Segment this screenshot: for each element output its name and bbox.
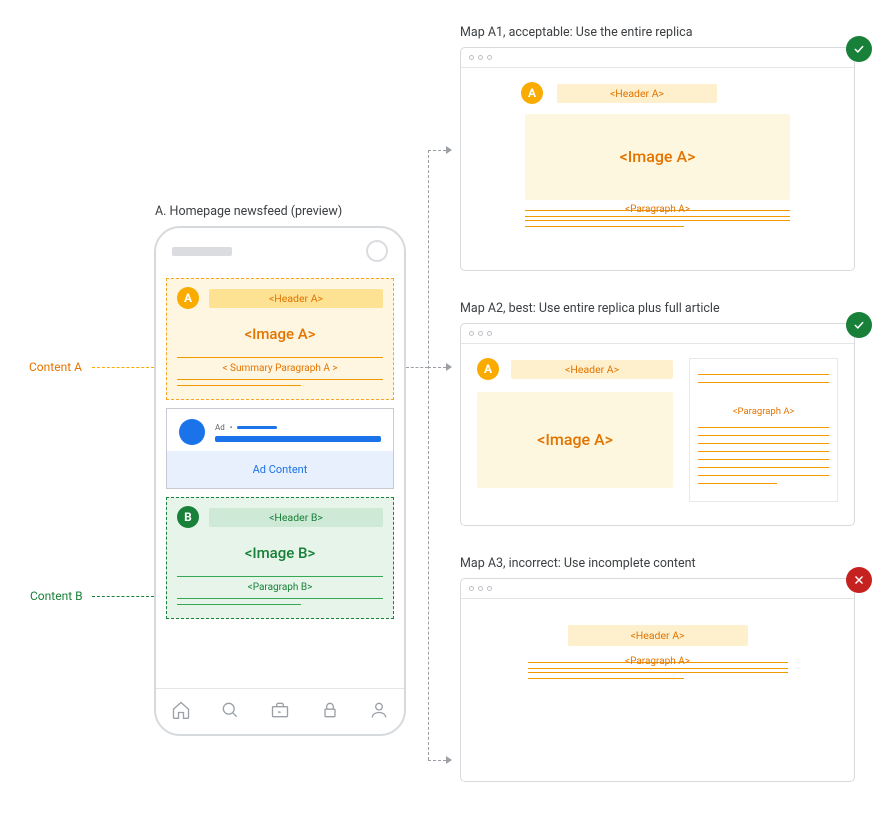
connector [428, 150, 446, 151]
window-dot-icon [487, 331, 492, 336]
search-icon [220, 700, 240, 723]
window-dot-icon [487, 55, 492, 60]
phone-mockup: A <Header A> <Image A> < Summary Paragra… [154, 226, 406, 736]
status-error-icon [846, 567, 872, 593]
phone-bottom-nav [156, 688, 404, 734]
status-avatar-placeholder [366, 240, 388, 262]
article-sidebar: <Paragraph A> [689, 358, 838, 502]
phone-status-bar [156, 228, 404, 274]
image-a-block: <Image A> [177, 317, 383, 351]
ad-card: Ad • Ad Content [166, 408, 394, 489]
connector [428, 760, 446, 761]
browser-map-a1: A <Header A> <Image A> <Paragraph A> [460, 47, 855, 271]
status-bar-placeholder [172, 247, 232, 256]
browser-chrome [461, 324, 854, 344]
paragraph-a-label: <Paragraph A> [698, 406, 829, 417]
header-a-pill: <Header A> [209, 289, 383, 308]
content-a-card: A <Header A> <Image A> < Summary Paragra… [166, 278, 394, 400]
content-b-connector [92, 596, 154, 597]
browser-chrome [461, 579, 854, 599]
summary-a-lines: < Summary Paragraph A > [177, 357, 383, 393]
arrow-icon [446, 363, 452, 371]
status-check-icon [846, 36, 872, 62]
image-b-block: <Image B> [177, 536, 383, 570]
image-a-block: <Image A> [477, 392, 673, 488]
image-a-block: <Image A> [525, 114, 790, 200]
window-dot-icon [469, 331, 474, 336]
badge-a: A [477, 358, 499, 380]
header-a-pill: <Header A> [557, 84, 717, 103]
connector [428, 367, 446, 368]
header-a-pill: <Header A> [568, 625, 748, 646]
ad-meta-line [237, 426, 277, 429]
status-check-icon [846, 312, 872, 338]
ad-avatar-icon [179, 419, 205, 445]
home-icon [171, 700, 191, 723]
window-dot-icon [478, 55, 483, 60]
ad-title-line [215, 436, 381, 442]
article-lines-top [698, 374, 829, 392]
window-dot-icon [478, 586, 483, 591]
ad-tag: Ad [215, 423, 225, 432]
ad-dot: • [230, 423, 233, 432]
lock-icon [320, 700, 340, 723]
content-a-connector [92, 367, 154, 368]
article-lines-bottom [698, 427, 829, 493]
arrow-icon [446, 756, 452, 764]
paragraph-a-label: <Paragraph A> [528, 656, 788, 667]
window-dot-icon [469, 55, 474, 60]
connector [406, 367, 428, 368]
briefcase-icon [270, 700, 290, 723]
browser-map-a2: A <Header A> <Image A> <Paragraph A> [460, 323, 855, 526]
paragraph-a-lines: <Paragraph A> [528, 662, 788, 686]
summary-a-label: < Summary Paragraph A > [177, 363, 383, 374]
map-a1-label: Map A1, acceptable: Use the entire repli… [460, 25, 693, 40]
header-a-pill: <Header A> [511, 360, 673, 379]
window-dot-icon [487, 586, 492, 591]
map-a3-label: Map A3, incorrect: Use incomplete conten… [460, 556, 696, 571]
header-b-pill: <Header B> [209, 508, 383, 527]
browser-chrome [461, 48, 854, 68]
paragraph-a-lines: <Paragraph A> [525, 210, 790, 234]
arrow-icon [446, 146, 452, 154]
window-dot-icon [478, 331, 483, 336]
badge-b: B [177, 506, 199, 528]
phone-section-label: A. Homepage newsfeed (preview) [155, 204, 342, 219]
badge-a: A [177, 287, 199, 309]
content-b-label: Content B [30, 589, 83, 603]
browser-map-a3: <Header A> <Paragraph A> [460, 578, 855, 782]
paragraph-b-label: <Paragraph B> [177, 582, 383, 593]
badge-a: A [521, 82, 543, 104]
window-dot-icon [469, 586, 474, 591]
user-icon [369, 700, 389, 723]
ad-content-block: Ad Content [167, 451, 393, 488]
map-a2-label: Map A2, best: Use entire replica plus fu… [460, 301, 720, 316]
connector [428, 150, 429, 760]
paragraph-b-lines: <Paragraph B> [177, 576, 383, 612]
content-a-label: Content A [29, 360, 82, 374]
content-b-card: B <Header B> <Image B> <Paragraph B> [166, 497, 394, 619]
paragraph-a-label: <Paragraph A> [525, 204, 790, 215]
